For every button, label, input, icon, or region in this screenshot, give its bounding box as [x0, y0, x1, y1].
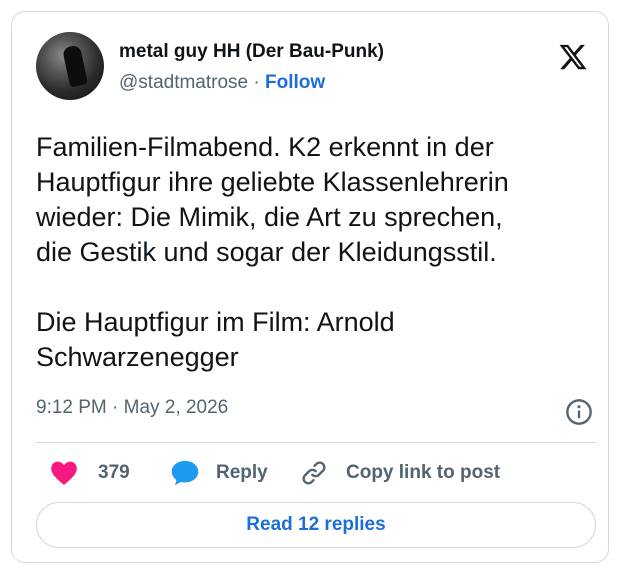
- read-replies-label: Read 12 replies: [246, 514, 386, 535]
- follow-button[interactable]: Follow: [265, 72, 325, 93]
- reply-label: Reply: [216, 462, 268, 483]
- read-replies-button[interactable]: Read 12 replies: [36, 502, 596, 548]
- tweet-timestamp[interactable]: 9:12 PM · May 2, 2026: [36, 397, 228, 419]
- reply-button[interactable]: Reply: [170, 456, 268, 490]
- like-count: 379: [98, 462, 130, 483]
- tweet-card: metal guy HH (Der Bau-Punk) @stadtmatros…: [11, 11, 609, 563]
- author-handle[interactable]: @stadtmatrose: [119, 72, 248, 93]
- tweet-text: Familien-Filmabend. K2 erkennt in der Ha…: [36, 132, 509, 372]
- speech-bubble-icon: [171, 460, 199, 486]
- divider: [36, 442, 596, 443]
- like-button[interactable]: 379: [50, 456, 130, 490]
- action-bar: 379 Reply Copy link to post: [36, 456, 596, 490]
- heart-icon: [51, 461, 77, 485]
- author-name[interactable]: metal guy HH (Der Bau-Punk): [119, 41, 384, 63]
- link-icon: [302, 461, 326, 485]
- x-logo-icon[interactable]: [558, 42, 588, 72]
- copy-link-button[interactable]: Copy link to post: [300, 456, 500, 490]
- avatar[interactable]: [36, 32, 104, 100]
- separator-dot: ·: [253, 72, 260, 93]
- author-handle-row: @stadtmatrose · Follow: [119, 72, 325, 94]
- info-icon[interactable]: [565, 398, 593, 426]
- copy-link-label: Copy link to post: [346, 462, 501, 483]
